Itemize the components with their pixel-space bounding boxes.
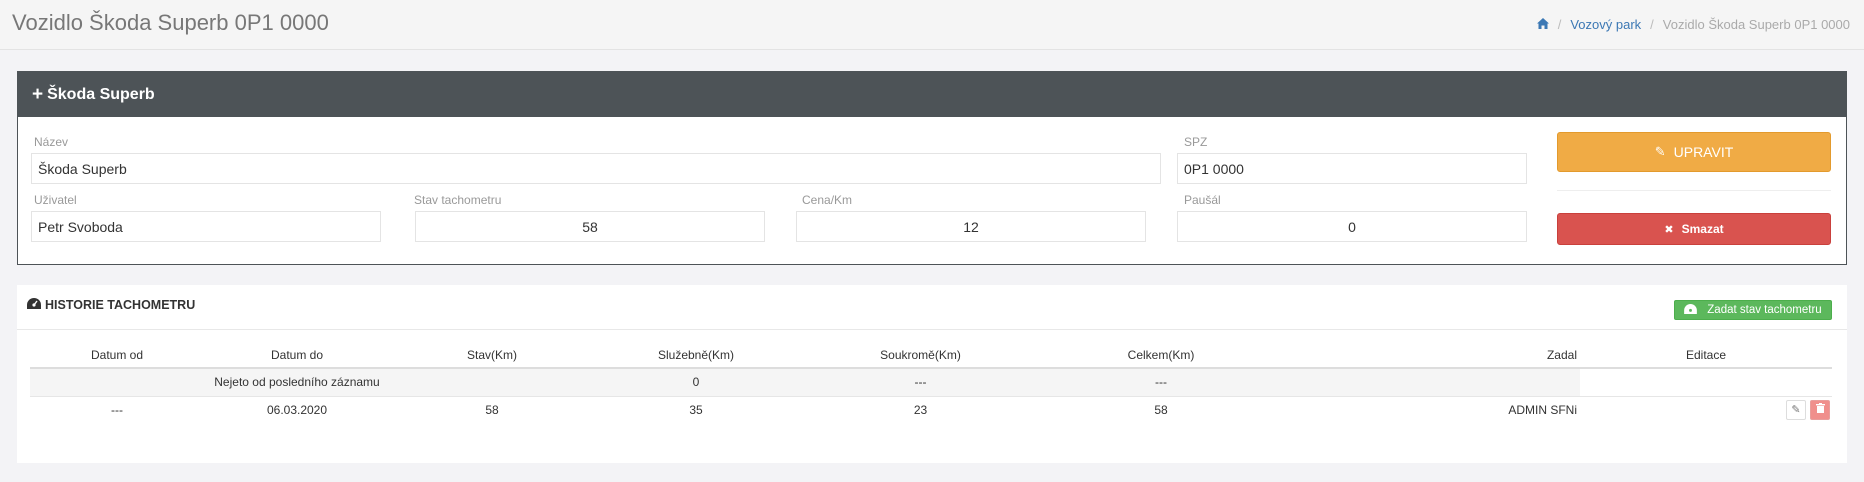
uzivatel-field[interactable]: Petr Svoboda (31, 211, 381, 242)
smazat-button[interactable]: ✖ Smazat (1557, 213, 1831, 245)
zadat-stav-button-label: Zadat stav tachometru (1707, 304, 1822, 316)
table-cell: Nejeto od posledního záznamu (204, 368, 390, 397)
button-divider (1557, 190, 1831, 191)
breadcrumb-link-vozovy-park[interactable]: Vozový park (1570, 17, 1641, 32)
table-cell-actions: ✎ (1580, 396, 1832, 424)
column-header[interactable]: Zadal (1279, 343, 1580, 369)
table-row-summary: Nejeto od posledního záznamu 0 --- --- (30, 368, 1832, 397)
table-cell: --- (111, 403, 123, 418)
table-cell (30, 368, 204, 397)
breadcrumb-current: Vozidlo Škoda Superb 0P1 0000 (1662, 17, 1850, 32)
table-cell (390, 368, 594, 397)
pausal-field[interactable]: 0 (1177, 211, 1527, 242)
spz-label: SPZ (1184, 135, 1208, 149)
table-cell (1279, 368, 1580, 397)
close-icon: ✖ (1664, 223, 1674, 236)
table-cell: 0 (594, 368, 798, 397)
breadcrumb-separator: / (1557, 17, 1562, 32)
dashboard-icon (1684, 303, 1698, 317)
stav-tachometru-field[interactable]: 58 (415, 211, 765, 242)
upravit-button[interactable]: ✎ UPRAVIT (1557, 132, 1831, 172)
table-cell: --- (798, 368, 1043, 397)
vehicle-panel: + Škoda Superb Název Škoda Superb SPZ 0P… (17, 71, 1847, 265)
table-cell: 23 (913, 403, 928, 418)
pencil-icon: ✎ (1791, 404, 1801, 417)
history-title: HISTORIE TACHOMETRU (27, 298, 195, 312)
column-header[interactable]: Služebně(Km) (594, 343, 798, 369)
table-cell: 58 (1154, 403, 1168, 418)
history-table: Datum od Datum do Stav(Km) Služebně(Km) … (30, 343, 1832, 424)
history-panel: HISTORIE TACHOMETRU Zadat stav tachometr… (17, 285, 1847, 463)
table-cell: 06.03.2020 (266, 403, 328, 418)
history-panel-header: HISTORIE TACHOMETRU Zadat stav tachometr… (17, 285, 1847, 330)
column-header[interactable]: Datum od (30, 343, 204, 369)
table-row: --- 06.03.2020 58 35 23 58 ADMIN SFNi ✎ (30, 396, 1832, 424)
trash-icon (1815, 403, 1825, 416)
table-header-row: Datum od Datum do Stav(Km) Služebně(Km) … (30, 343, 1832, 369)
column-header[interactable]: Soukromě(Km) (798, 343, 1043, 369)
home-icon[interactable] (1536, 17, 1549, 32)
table-cell (1580, 368, 1832, 397)
top-bar: Vozidlo Škoda Superb 0P1 0000 / Vozový p… (0, 0, 1864, 50)
uzivatel-label: Uživatel (34, 193, 77, 207)
table-cell: 35 (689, 403, 703, 418)
upravit-button-label: UPRAVIT (1673, 144, 1734, 160)
column-header[interactable]: Datum do (204, 343, 390, 369)
edit-row-button[interactable]: ✎ (1786, 400, 1806, 421)
cena-km-field[interactable]: 12 (796, 211, 1146, 242)
nazev-field[interactable]: Škoda Superb (31, 153, 1161, 184)
column-header: Editace (1580, 343, 1832, 369)
spz-field[interactable]: 0P1 0000 (1177, 153, 1527, 184)
pencil-icon: ✎ (1654, 144, 1666, 159)
nazev-label: Název (34, 135, 69, 149)
zadat-stav-button[interactable]: Zadat stav tachometru (1674, 300, 1832, 320)
plus-icon: + (32, 83, 44, 105)
page-title: Vozidlo Škoda Superb 0P1 0000 (12, 10, 329, 35)
cena-km-label: Cena/Km (802, 193, 853, 207)
column-header[interactable]: Stav(Km) (390, 343, 594, 369)
breadcrumb: / Vozový park / Vozidlo Škoda Superb 0P1… (1536, 17, 1850, 32)
smazat-button-label: Smazat (1681, 222, 1724, 236)
pausal-label: Paušál (1184, 193, 1221, 207)
table-cell: 58 (485, 403, 499, 418)
vehicle-panel-header: + Škoda Superb (18, 72, 1846, 117)
breadcrumb-separator: / (1650, 17, 1654, 32)
table-cell: ADMIN SFNi (1508, 403, 1577, 418)
delete-row-button[interactable] (1810, 400, 1830, 421)
stav-tachometru-label: Stav tachometru (414, 193, 502, 207)
dashboard-icon (27, 298, 41, 312)
table-cell: --- (1043, 368, 1279, 397)
history-title-label: HISTORIE TACHOMETRU (45, 298, 196, 312)
vehicle-heading: Škoda Superb (47, 85, 155, 103)
column-header[interactable]: Celkem(Km) (1043, 343, 1279, 369)
